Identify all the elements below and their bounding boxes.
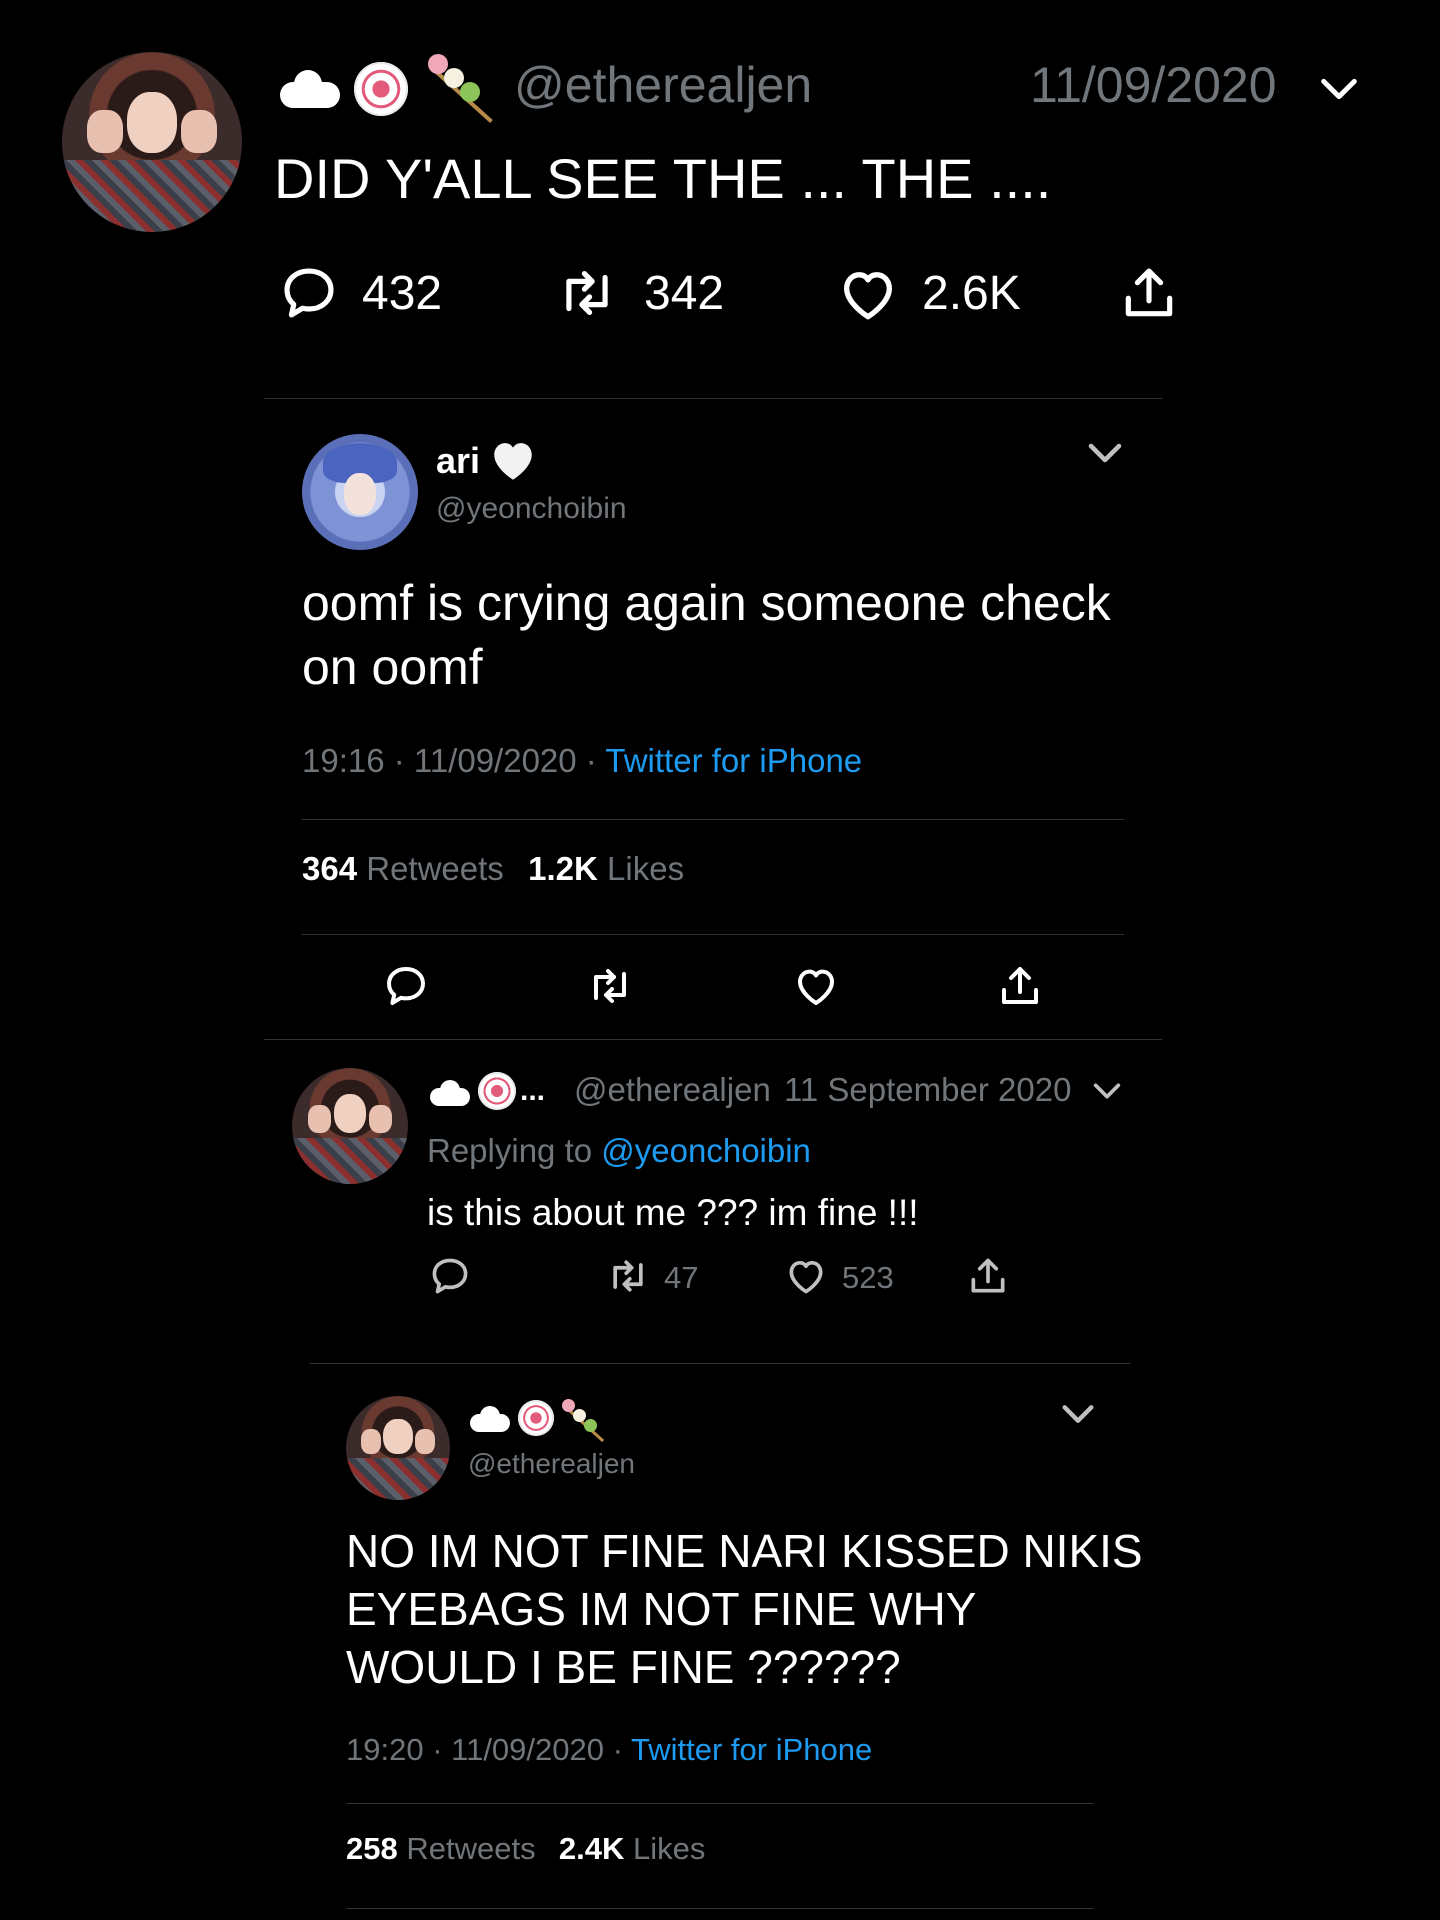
reply-count: 432 — [362, 267, 443, 320]
avatar[interactable] — [62, 52, 242, 232]
divider — [302, 819, 1124, 820]
like-count: 523 — [842, 1260, 894, 1295]
tweet-date: 11/09/2020 — [451, 1732, 604, 1767]
dango-emoji — [560, 1398, 605, 1443]
source-link[interactable]: Twitter for iPhone — [631, 1732, 872, 1767]
retweet-icon[interactable] — [586, 962, 634, 1010]
author-handle[interactable]: @etherealjen — [514, 56, 812, 114]
share-icon[interactable] — [1118, 262, 1180, 324]
retweet-icon[interactable] — [606, 1254, 650, 1298]
divider — [302, 934, 1124, 935]
tweet-date: 11/09/2020 — [1030, 57, 1277, 113]
white-heart-emoji — [488, 436, 538, 486]
narutomaki-emoji — [518, 1400, 554, 1436]
heart-icon[interactable] — [792, 962, 840, 1010]
tweet-stats: 364 Retweets 1.2K Likes — [302, 850, 684, 888]
tweet-text-line: oomf is crying again someone check — [302, 575, 1111, 631]
tweet-text: is this about me ??? im fine !!! — [427, 1192, 919, 1233]
tweet-time: 19:20 — [346, 1732, 424, 1767]
truncation-ellipsis: ... — [520, 1074, 546, 1107]
tweet-time: 19:16 — [302, 742, 385, 779]
tweet-text-line: WOULD I BE FINE ?????? — [346, 1641, 901, 1693]
author-handle[interactable]: @etherealjen — [574, 1071, 771, 1109]
retweet-count[interactable]: 364 — [302, 850, 357, 887]
retweet-count: 47 — [664, 1260, 699, 1295]
avatar[interactable] — [346, 1396, 450, 1500]
tweet-meta: 19:20 · 11/09/2020 · Twitter for iPhone — [346, 1732, 873, 1767]
narutomaki-emoji — [354, 62, 408, 116]
tweet-text-line: on oomf — [302, 639, 483, 695]
reply-icon[interactable] — [382, 962, 430, 1010]
divider — [264, 398, 1162, 399]
retweet-label[interactable]: Retweets — [366, 850, 504, 887]
source-link[interactable]: Twitter for iPhone — [605, 742, 862, 779]
display-name[interactable]: ari — [436, 440, 480, 482]
replying-to: Replying to @yeonchoibin — [427, 1132, 811, 1170]
share-icon[interactable] — [996, 962, 1044, 1010]
divider — [264, 1039, 1162, 1040]
like-label[interactable]: Likes — [607, 850, 684, 887]
chevron-down-icon[interactable] — [1084, 432, 1126, 474]
reply-icon[interactable] — [428, 1254, 472, 1298]
chevron-down-icon[interactable] — [1316, 66, 1362, 112]
like-count[interactable]: 2.4K — [559, 1831, 624, 1866]
tweet-date: 11/09/2020 — [413, 742, 577, 779]
retweet-icon[interactable] — [556, 262, 618, 324]
heart-icon[interactable] — [784, 1254, 828, 1298]
chevron-down-icon[interactable] — [1090, 1074, 1124, 1108]
heart-icon[interactable] — [836, 262, 900, 326]
author-handle[interactable]: @etherealjen — [468, 1448, 635, 1480]
tweet-meta: 19:16 · 11/09/2020 · Twitter for iPhone — [302, 742, 863, 779]
like-label[interactable]: Likes — [633, 1831, 705, 1866]
tweet-stats: 258 Retweets 2.4K Likes — [346, 1831, 705, 1867]
retweet-label[interactable]: Retweets — [406, 1831, 535, 1866]
replying-label: Replying to — [427, 1132, 593, 1169]
avatar[interactable] — [302, 434, 418, 550]
tweet-text-line: EYEBAGS IM NOT FINE WHY — [346, 1583, 977, 1635]
retweet-count[interactable]: 258 — [346, 1831, 398, 1866]
divider — [346, 1908, 1094, 1909]
replying-handle-link[interactable]: @yeonchoibin — [601, 1132, 811, 1169]
author-handle[interactable]: @yeonchoibin — [436, 492, 627, 526]
avatar[interactable] — [292, 1068, 408, 1184]
tweet-text-line: NO IM NOT FINE NARI KISSED NIKIS — [346, 1525, 1143, 1577]
share-icon[interactable] — [966, 1254, 1010, 1298]
divider — [346, 1803, 1094, 1804]
chevron-down-icon[interactable] — [1058, 1394, 1098, 1434]
divider — [310, 1363, 1130, 1364]
retweet-count: 342 — [644, 267, 725, 320]
dango-emoji — [424, 52, 494, 124]
tweet-date: 11 September 2020 — [784, 1071, 1072, 1108]
narutomaki-emoji — [478, 1072, 516, 1110]
like-count[interactable]: 1.2K — [528, 850, 598, 887]
like-count: 2.6K — [922, 267, 1021, 320]
reply-icon[interactable] — [278, 262, 340, 324]
tweet-text: DID Y'ALL SEE THE ... THE .... — [274, 147, 1052, 210]
